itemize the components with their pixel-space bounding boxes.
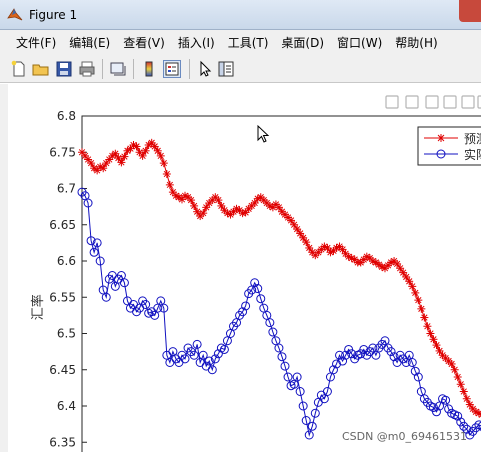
new-figure-icon[interactable] [10,60,28,78]
brush-icon[interactable] [405,95,419,109]
window-title-bar: Figure 1 [0,0,481,30]
data-point [456,380,465,389]
data-point [417,304,426,313]
toolbar-separator [102,59,103,79]
y-tick-label: 6.5 [57,327,76,341]
pan-icon[interactable] [443,95,457,109]
data-point [423,322,432,331]
datatip-icon[interactable] [425,95,439,109]
legend-marker [437,134,445,142]
y-tick-label: 6.35 [49,435,76,449]
y-tick-label: 6.55 [49,290,76,304]
data-point [453,373,462,381]
colorbar-icon[interactable] [140,60,158,78]
y-tick-label: 6.8 [57,109,76,123]
y-tick-label: 6.75 [49,145,76,159]
figure-canvas: 6.8 6.75 6.7 6.65 6.6 6.55 6.5 6.45 6.4 6.35 汇率 预… [0,84,481,452]
data-point [450,365,459,374]
menu-window[interactable]: 窗口(W) [337,34,382,51]
menu-desktop[interactable]: 桌面(D) [281,34,324,51]
data-point [420,313,429,322]
export-icon[interactable] [385,95,399,109]
data-point [459,387,468,396]
y-tick-label: 6.6 [57,254,76,268]
data-point [156,151,165,160]
data-point [159,159,168,168]
menu-tools[interactable]: 工具(T) [228,34,269,51]
y-tick-label: 6.65 [49,218,76,232]
save-icon[interactable] [55,60,73,78]
watermark: CSDN @m0_69461531 [341,430,467,443]
menu-insert[interactable]: 插入(I) [178,34,215,51]
y-tick-label: 6.7 [57,182,76,196]
figure-toolbar [0,55,481,83]
open-icon[interactable] [32,60,50,78]
legend[interactable]: 预测实际 [417,126,481,166]
axes-toolbar [385,95,481,109]
toolbar-separator [189,59,190,79]
menu-help[interactable]: 帮助(H) [395,34,437,51]
toolbar-separator [133,59,134,79]
menu-bar: 文件(F) 编辑(E) 查看(V) 插入(I) 工具(T) 桌面(D) 窗口(W) 帮助(H) [0,30,481,55]
y-tick-label: 6.4 [57,399,76,413]
legend-label: 预测 [464,132,481,146]
pointer-icon[interactable] [196,60,214,78]
data-point [414,296,423,305]
zoom-in-icon[interactable] [461,95,475,109]
property-editor-icon[interactable] [217,60,235,78]
window-title: Figure 1 [29,7,78,22]
legend-icon[interactable] [163,60,181,78]
data-point [411,288,420,297]
menu-file[interactable]: 文件(F) [16,34,56,51]
matlab-logo-icon [7,7,23,23]
menu-edit[interactable]: 编辑(E) [69,34,110,51]
link-icon[interactable] [109,60,127,78]
plot-area[interactable]: 6.8 6.75 6.7 6.65 6.6 6.55 6.5 6.45 6.4 6.35 汇率 预… [8,84,481,452]
menu-view[interactable]: 查看(V) [123,34,165,51]
y-axis-label: 汇率 [30,294,46,320]
window-close-button[interactable] [459,0,481,22]
y-axis: 6.8 6.75 6.7 6.65 6.6 6.55 6.5 6.45 6.4 6.35 [49,109,87,449]
legend-label: 实际 [464,147,481,162]
y-tick-label: 6.45 [49,363,76,377]
print-icon[interactable] [78,60,96,78]
